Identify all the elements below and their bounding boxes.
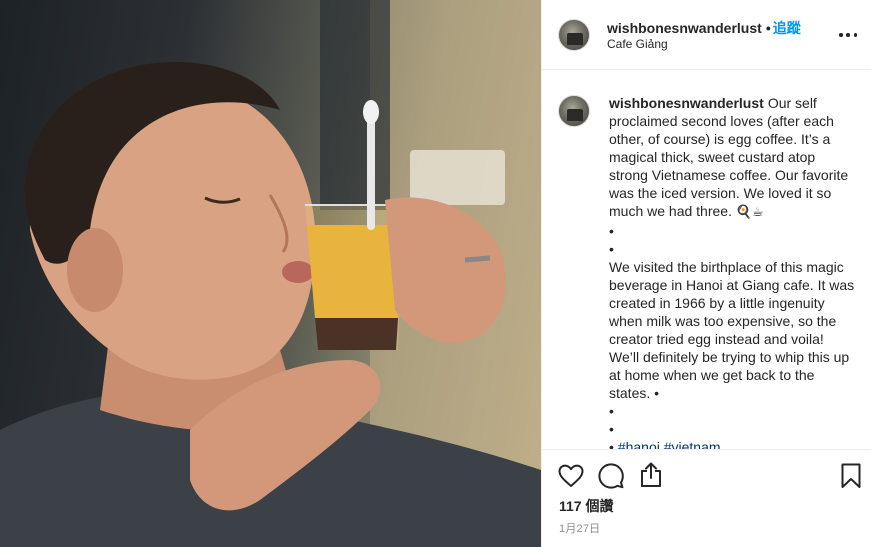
caption-hashtags: • #hanoi #vietnam [609,438,855,449]
post-photo[interactable] [0,0,541,547]
post-caption: wishbonesnwanderlust Our self proclaimed … [609,94,855,449]
comments-area[interactable]: wishbonesnwanderlust Our self proclaimed … [542,71,871,449]
caption-text-2: We visited the birthplace of this magic … [609,259,855,401]
photo-illustration [0,0,541,547]
hashtag-link[interactable]: #hanoi [618,439,660,449]
caption-emoji: 🍳☕ [735,205,764,220]
author-username[interactable]: wishbonesnwanderlust [607,20,762,36]
caption-avatar[interactable] [558,95,590,127]
post-side-panel: wishbonesnwanderlust • 追蹤 Cafe Giảng wishb… [541,0,871,547]
post-date[interactable]: 1月27日 [559,520,600,536]
bookmark-icon[interactable] [841,463,861,489]
caption-bullet: • [609,241,614,257]
caption-username[interactable]: wishbonesnwanderlust [609,95,764,111]
more-icon[interactable] [839,26,857,44]
author-avatar[interactable] [558,19,590,51]
like-count[interactable]: 117 個讚 [559,496,613,516]
post-actions: 117 個讚 1月27日 [542,449,871,547]
caption-paragraph-1: wishbonesnwanderlust Our self proclaimed … [609,94,855,222]
author-line: wishbonesnwanderlust • 追蹤 [607,18,801,38]
caption-bullet: • [609,223,614,239]
caption-bullet: • [609,403,614,419]
comment-icon[interactable] [598,463,624,489]
post-location[interactable]: Cafe Giảng [607,37,668,51]
separator-dot: • [765,20,771,36]
caption-bullet: • [609,439,614,449]
follow-button[interactable]: 追蹤 [773,20,801,36]
post-header: wishbonesnwanderlust • 追蹤 Cafe Giảng [542,0,871,70]
caption-text-1: Our self proclaimed second loves (after … [609,95,849,219]
caption-bullet: • [609,421,614,437]
hashtag-link[interactable]: #vietnam [664,439,721,449]
share-icon[interactable] [639,462,663,488]
heart-icon[interactable] [558,464,584,488]
